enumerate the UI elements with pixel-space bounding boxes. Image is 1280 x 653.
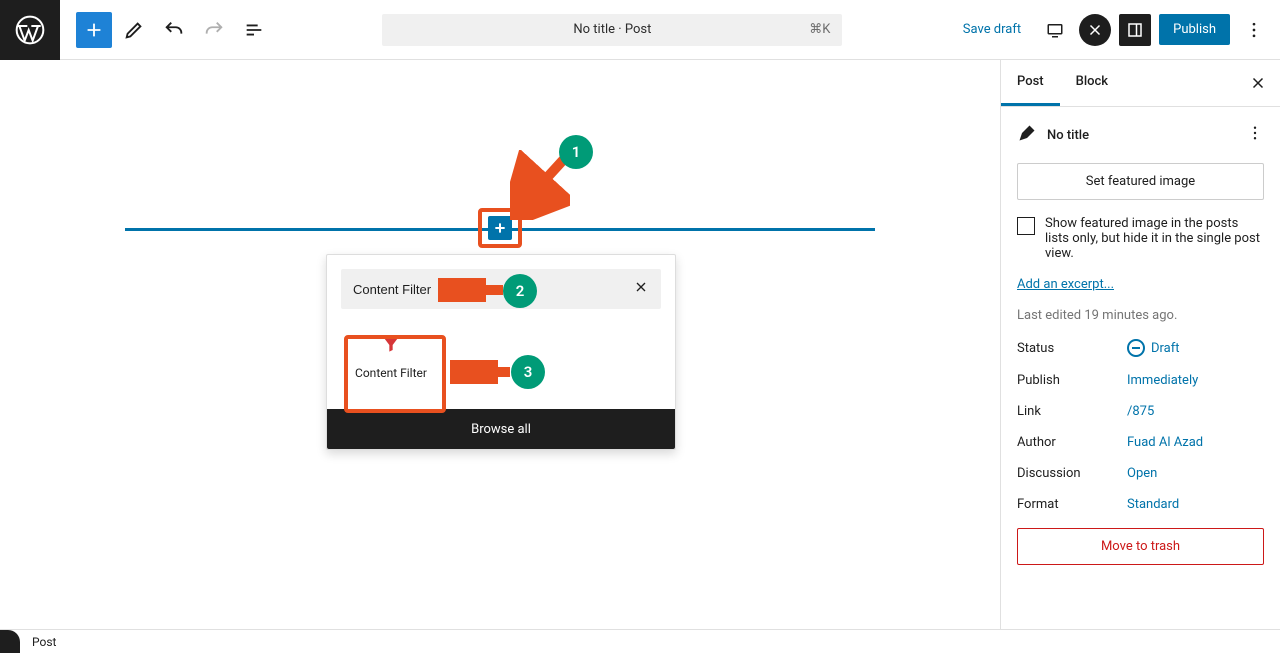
pen-icon	[1017, 123, 1037, 147]
checkbox-icon	[1017, 217, 1035, 235]
editor-header: No title · Post ⌘K Save draft Publish	[0, 0, 1280, 60]
annotation-number-1: 1	[559, 135, 593, 169]
editor-canvas[interactable]: 1 Content Filter Browse all	[0, 60, 1000, 629]
document-title: No title · Post	[573, 22, 651, 37]
save-draft-button[interactable]: Save draft	[953, 16, 1031, 43]
meta-publish[interactable]: Publish Immediately	[1017, 373, 1264, 388]
block-inserter-popover: Content Filter Browse all	[326, 254, 676, 450]
block-search-field[interactable]	[341, 269, 661, 309]
annotation-arrow-1	[510, 150, 570, 220]
more-options-button[interactable]	[1238, 14, 1270, 46]
block-insert-button[interactable]	[488, 216, 512, 240]
tab-block[interactable]: Block	[1060, 60, 1124, 106]
sidebar-tabs: Post Block	[1001, 60, 1280, 107]
settings-sidebar: Post Block No title Set featured image S…	[1000, 60, 1280, 629]
funnel-icon	[381, 335, 401, 358]
toggle-inserter-button[interactable]	[76, 12, 112, 48]
settings-sidebar-button[interactable]	[1119, 14, 1151, 46]
meta-discussion[interactable]: Discussion Open	[1017, 466, 1264, 481]
meta-link[interactable]: Link /875	[1017, 404, 1264, 419]
undo-button[interactable]	[156, 12, 192, 48]
document-title-bar[interactable]: No title · Post ⌘K	[382, 14, 842, 46]
featured-visibility-checkbox[interactable]: Show featured image in the posts lists o…	[1017, 216, 1264, 261]
add-excerpt-link[interactable]: Add an excerpt...	[1017, 277, 1264, 292]
breadcrumb[interactable]: Post	[32, 635, 56, 649]
status-dot-icon	[1127, 339, 1145, 357]
meta-status[interactable]: Status Draft	[1017, 339, 1264, 357]
editor-footer: Post	[0, 629, 1280, 653]
move-to-trash-button[interactable]: Move to trash	[1017, 528, 1264, 565]
publish-button[interactable]: Publish	[1159, 14, 1230, 45]
plugin-icon[interactable]	[1079, 14, 1111, 46]
block-result-content-filter[interactable]: Content Filter	[341, 323, 441, 391]
command-shortcut: ⌘K	[809, 22, 830, 37]
clear-search-icon[interactable]	[633, 279, 649, 299]
tab-post[interactable]: Post	[1001, 60, 1060, 106]
close-sidebar-button[interactable]	[1244, 69, 1272, 97]
sidebar-post-title: No title	[1047, 128, 1089, 143]
meta-format[interactable]: Format Standard	[1017, 497, 1264, 512]
set-featured-image-button[interactable]: Set featured image	[1017, 163, 1264, 200]
wp-logo[interactable]	[0, 0, 60, 60]
view-desktop-button[interactable]	[1039, 14, 1071, 46]
redo-button[interactable]	[196, 12, 232, 48]
browse-all-button[interactable]: Browse all	[327, 409, 675, 449]
meta-author[interactable]: Author Fuad Al Azad	[1017, 435, 1264, 450]
edit-tool-button[interactable]	[116, 12, 152, 48]
block-result-label: Content Filter	[355, 366, 427, 380]
block-search-input[interactable]	[353, 282, 633, 297]
document-overview-button[interactable]	[236, 12, 272, 48]
last-edited-text: Last edited 19 minutes ago.	[1017, 308, 1264, 323]
post-actions-button[interactable]	[1246, 124, 1264, 146]
featured-visibility-label: Show featured image in the posts lists o…	[1045, 216, 1264, 261]
